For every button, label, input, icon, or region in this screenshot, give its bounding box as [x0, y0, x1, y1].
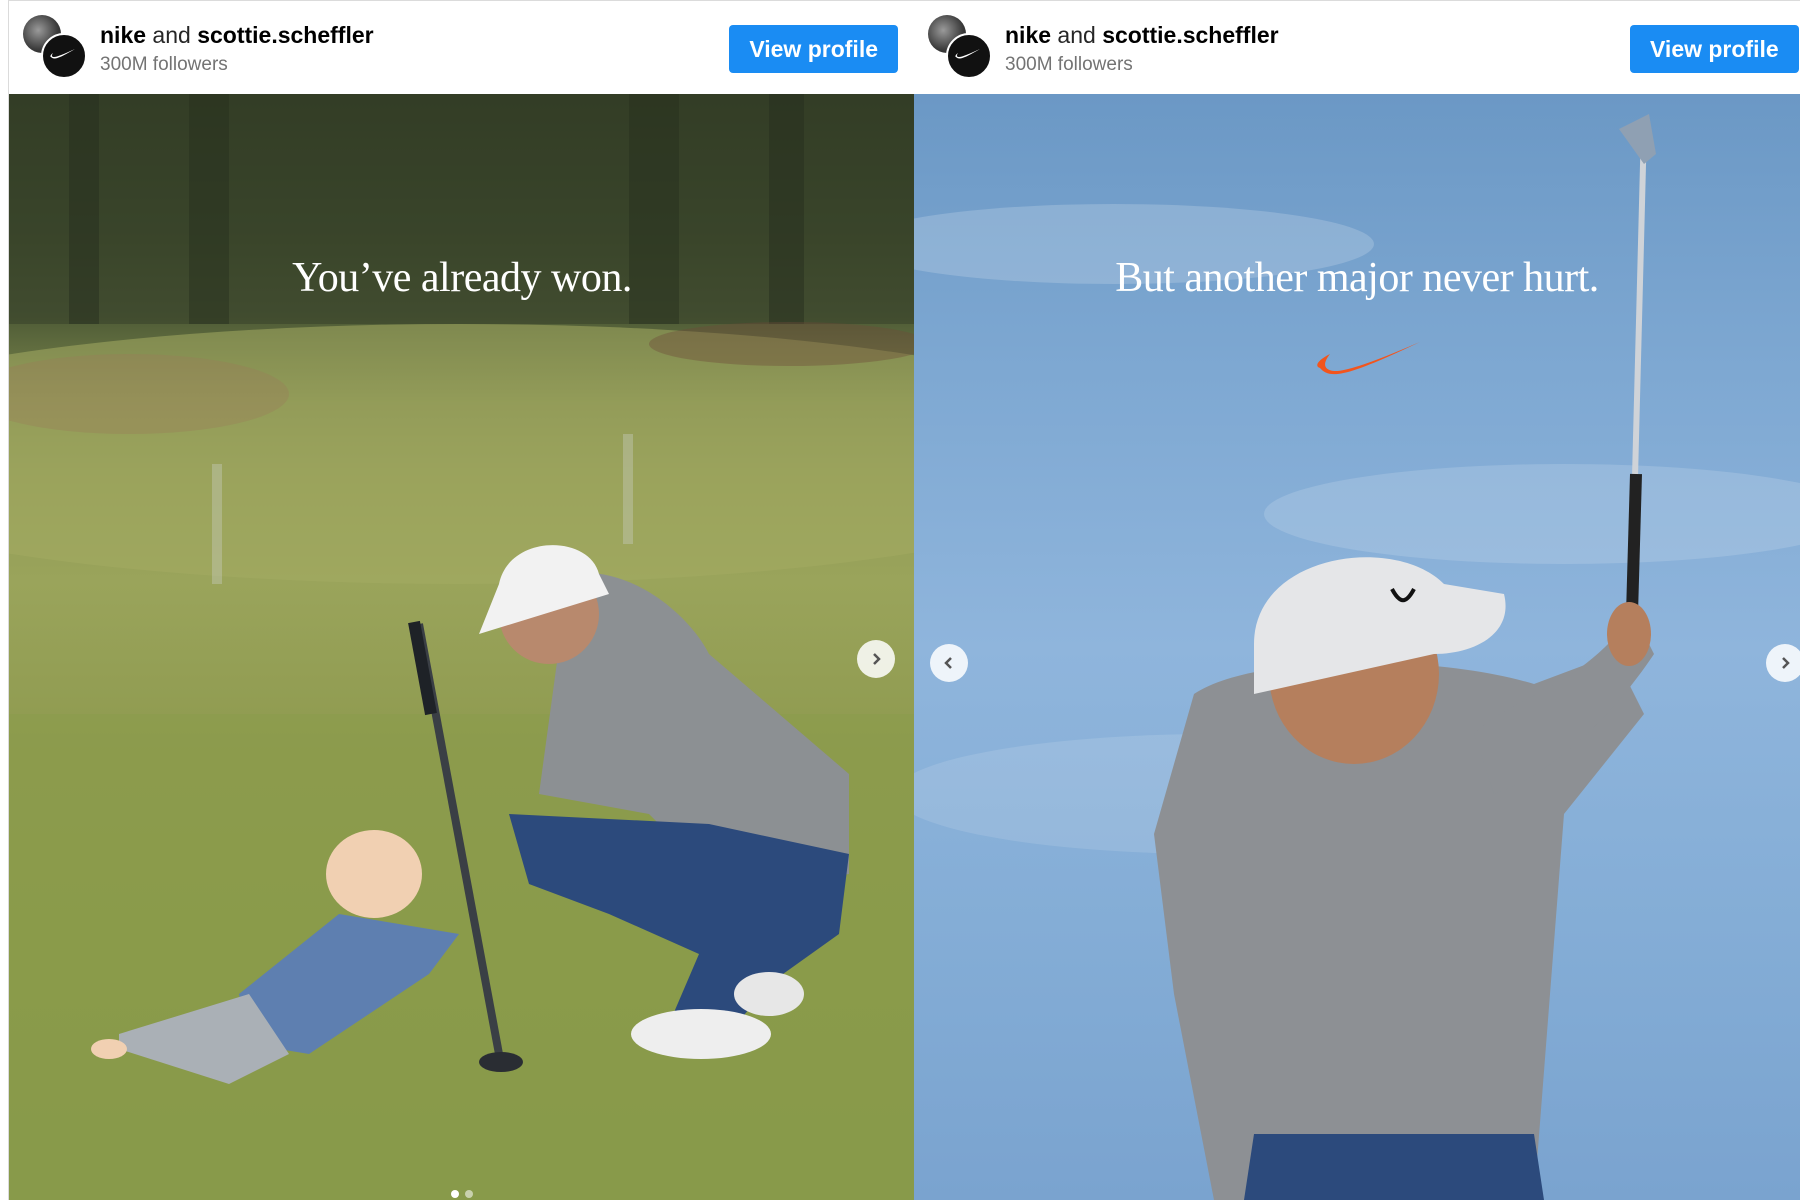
post-image[interactable]: You’ve already won.	[9, 94, 915, 1200]
view-profile-button[interactable]: View profile	[729, 25, 898, 73]
view-profile-button[interactable]: View profile	[1630, 25, 1799, 73]
nike-swoosh-icon	[946, 33, 992, 79]
post-image[interactable]: But another major never hurt.	[914, 94, 1800, 1200]
chevron-right-icon[interactable]	[857, 640, 895, 678]
post-caption: But another major never hurt.	[1115, 255, 1599, 301]
post-card-left: nike and scottie.scheffler 300M follower…	[8, 0, 915, 1200]
nike-swoosh-icon	[41, 33, 87, 79]
account-name-primary[interactable]: nike	[1005, 22, 1051, 48]
account-name-collab[interactable]: scottie.scheffler	[197, 22, 373, 48]
account-names[interactable]: nike and scottie.scheffler	[100, 22, 374, 49]
chevron-right-icon[interactable]	[1766, 644, 1800, 682]
carousel-indicator	[451, 1190, 473, 1200]
follower-count: 300M followers	[1005, 54, 1133, 75]
follower-count: 300M followers	[100, 54, 228, 75]
post-header: nike and scottie.scheffler 300M follower…	[914, 0, 1800, 95]
account-joiner: and	[1057, 22, 1096, 48]
carousel-dot-active	[451, 1190, 459, 1198]
account-name-primary[interactable]: nike	[100, 22, 146, 48]
post-caption: You’ve already won.	[292, 255, 632, 301]
post-header: nike and scottie.scheffler 300M follower…	[9, 0, 915, 95]
account-name-collab[interactable]: scottie.scheffler	[1102, 22, 1278, 48]
profile-avatar[interactable]	[928, 15, 992, 79]
chevron-left-icon[interactable]	[930, 644, 968, 682]
profile-avatar[interactable]	[23, 15, 87, 79]
account-joiner: and	[152, 22, 191, 48]
post-card-right: nike and scottie.scheffler 300M follower…	[914, 0, 1800, 1200]
nike-swoosh-logo	[1317, 342, 1420, 375]
account-names[interactable]: nike and scottie.scheffler	[1005, 22, 1279, 49]
carousel-dot	[465, 1190, 473, 1198]
